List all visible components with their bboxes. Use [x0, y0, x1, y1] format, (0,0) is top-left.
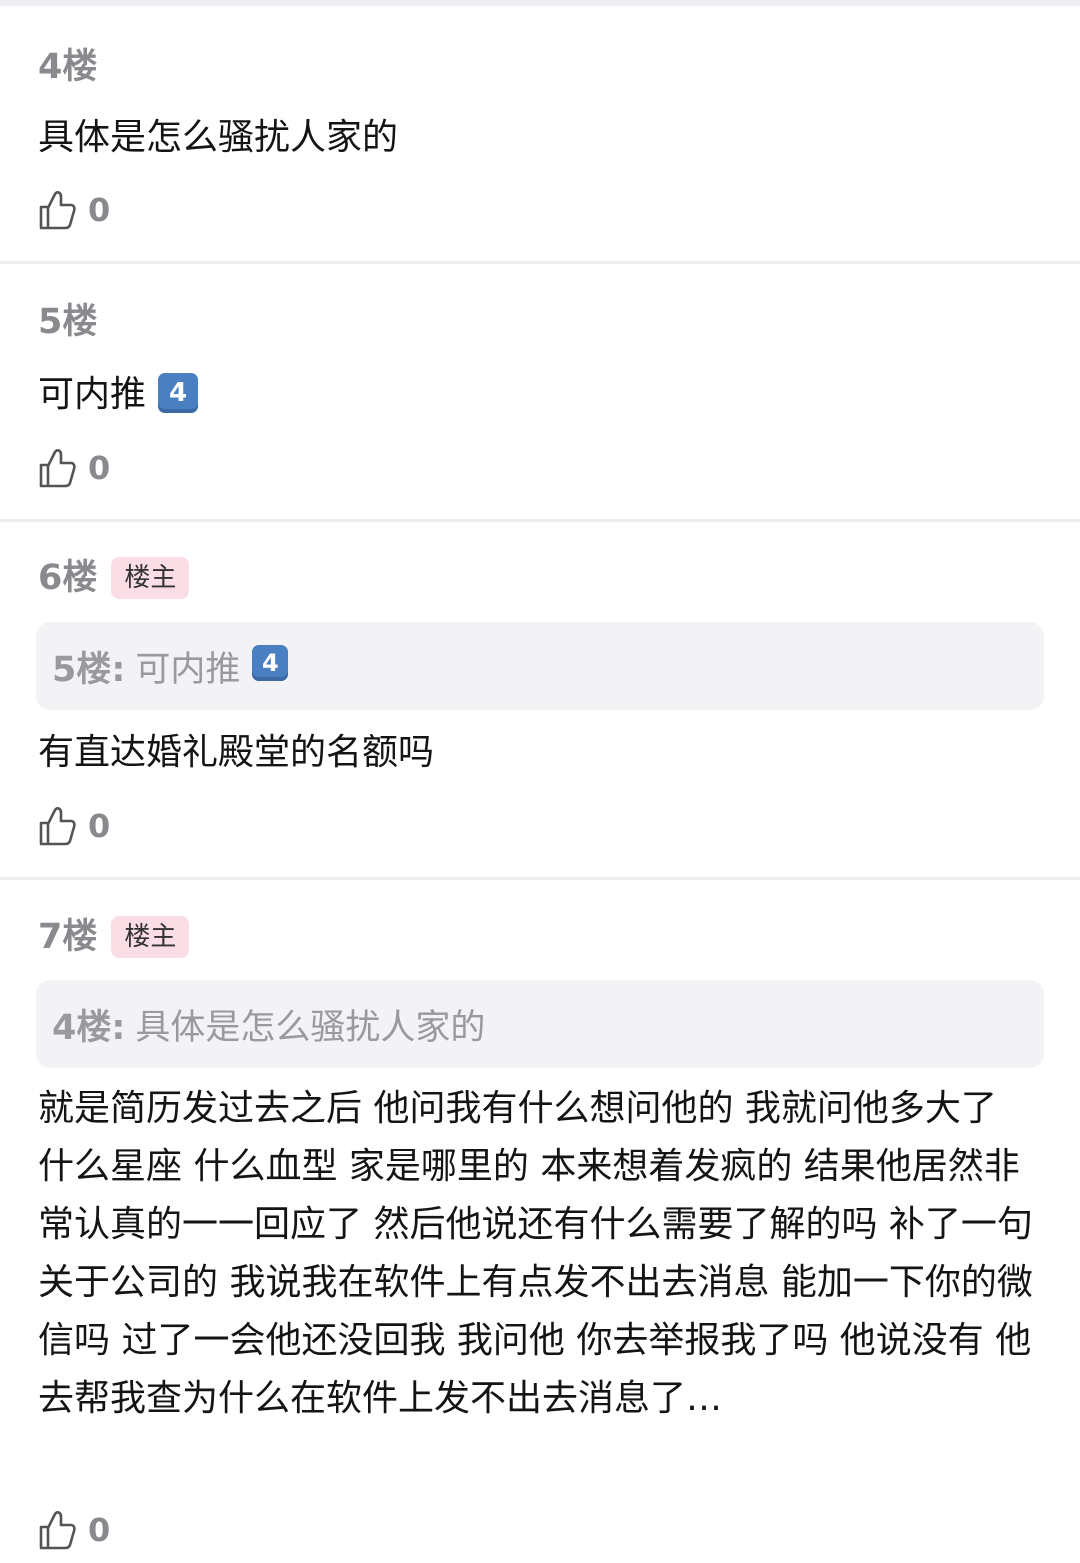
keycap-emoji: 4 — [158, 373, 199, 413]
like-button[interactable]: 0 — [38, 804, 110, 848]
like-count: 0 — [88, 1511, 111, 1549]
floor-number: 5楼 — [38, 302, 98, 342]
thumbs-up-outline-icon — [39, 807, 76, 846]
floor-number: 4楼 — [38, 47, 98, 87]
reply-content: 可内推 4 — [38, 366, 1040, 424]
like-button[interactable]: 0 — [38, 188, 110, 232]
op-badge: 楼主 — [111, 557, 190, 599]
floor-header: 7楼 楼主 — [38, 914, 190, 960]
reply-floor-4: 4楼 具体是怎么骚扰人家的 0 — [0, 6, 1080, 264]
reply-content: 就是简历发过去之后 他问我有什么想问他的 我就问他多大了 什么星座 什么血型 家… — [38, 1088, 1033, 1419]
floor-number: 7楼 — [38, 917, 98, 957]
reply-content: 有直达婚礼殿堂的名额吗 — [38, 732, 435, 773]
quote-floor-label: 5楼: — [52, 649, 126, 690]
like-button[interactable]: 0 — [38, 446, 110, 490]
like-count: 0 — [88, 191, 111, 229]
thumbs-up-outline-icon — [39, 1511, 76, 1550]
quote-floor-label: 4楼: — [52, 1007, 126, 1048]
reply-content: 具体是怎么骚扰人家的 — [38, 117, 399, 158]
reply-text: 可内推 — [38, 374, 147, 415]
quote-text: 可内推 — [135, 649, 241, 690]
op-badge: 楼主 — [111, 916, 190, 958]
floor-header: 5楼 — [38, 299, 97, 345]
like-button[interactable]: 0 — [38, 1508, 110, 1552]
reply-floor-6: 6楼 楼主 5楼: 可内推 4 有直达婚礼殿堂的名额吗 0 — [0, 522, 1080, 880]
quoted-reply[interactable]: 5楼: 可内推 4 — [36, 622, 1044, 710]
floor-number: 6楼 — [38, 558, 98, 598]
quoted-reply[interactable]: 4楼: 具体是怎么骚扰人家的 — [36, 980, 1044, 1068]
reply-floor-7: 7楼 楼主 4楼: 具体是怎么骚扰人家的 就是简历发过去之后 他问我有什么想问他… — [0, 880, 1080, 1563]
like-count: 0 — [88, 449, 111, 487]
floor-header: 6楼 楼主 — [38, 555, 190, 601]
keycap-emoji: 4 — [252, 645, 289, 681]
thumbs-up-outline-icon — [39, 449, 76, 488]
like-count: 0 — [88, 807, 111, 845]
quote-text: 具体是怎么骚扰人家的 — [135, 1007, 486, 1048]
floor-header: 4楼 — [38, 44, 97, 90]
reply-floor-5: 5楼 可内推 4 0 — [0, 264, 1080, 522]
thumbs-up-outline-icon — [39, 191, 76, 230]
